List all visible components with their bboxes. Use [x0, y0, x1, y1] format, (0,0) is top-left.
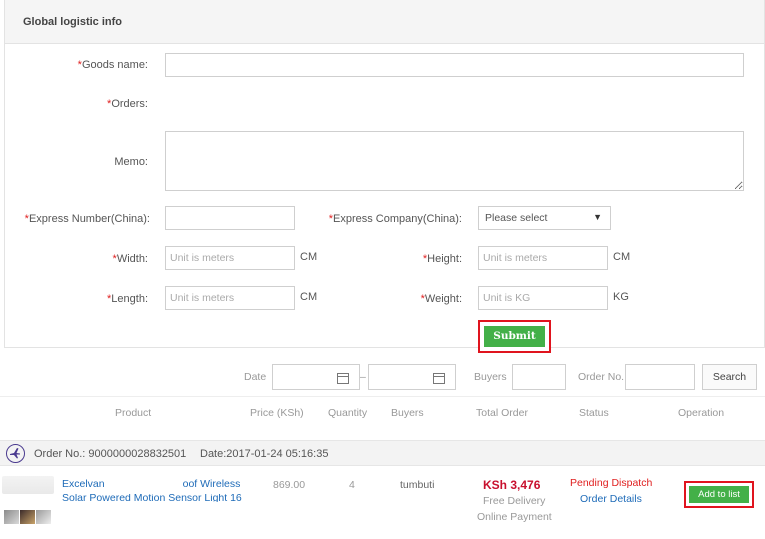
col-quantity: Quantity: [328, 407, 368, 419]
order-buyer: tumbuti: [400, 479, 435, 491]
length-label: *Length:: [60, 293, 148, 305]
col-price: Price (KSh): [250, 407, 304, 419]
panel-title: Global logistic info: [23, 16, 122, 28]
payment-info: Online Payment: [477, 511, 552, 523]
height-label: *Height:: [380, 253, 462, 265]
height-unit: CM: [613, 251, 631, 263]
weight-unit: KG: [613, 291, 629, 303]
order-no-filter-input[interactable]: [625, 364, 695, 390]
product-name-link[interactable]: Excelvan oof Wireless: [62, 478, 240, 490]
submit-button[interactable]: Submit: [484, 326, 545, 347]
width-input[interactable]: [165, 246, 295, 270]
express-company-value: Please select: [485, 212, 548, 224]
order-status: Pending Dispatch: [570, 477, 653, 489]
width-unit: CM: [300, 251, 318, 263]
goods-name-label: *Goods name:: [60, 59, 148, 71]
col-operation: Operation: [678, 407, 725, 419]
delivery-info: Free Delivery: [483, 495, 546, 507]
airplane-icon: [6, 444, 25, 463]
height-input[interactable]: [478, 246, 608, 270]
date-filter-label: Date: [244, 371, 267, 383]
calendar-icon[interactable]: [337, 373, 349, 384]
memo-label: Memo:: [114, 156, 148, 168]
order-total: KSh 3,476: [483, 478, 541, 492]
express-company-select[interactable]: Please select ▼: [478, 206, 611, 230]
width-label: *Width:: [60, 253, 148, 265]
date-range-separator: –: [360, 371, 366, 383]
orders-label: *Orders:: [60, 98, 148, 110]
express-number-input[interactable]: [165, 206, 295, 230]
orders-table-header: Product Price (KSh) Quantity Buyers Tota…: [0, 396, 765, 436]
product-thumbnail-strip[interactable]: [4, 510, 54, 524]
dropdown-caret-icon: ▼: [593, 212, 602, 222]
col-product: Product: [115, 407, 152, 419]
order-date: Date:2017-01-24 05:16:35: [200, 448, 329, 460]
memo-textarea[interactable]: [165, 131, 744, 191]
orders-label-text: Orders:: [111, 98, 148, 110]
express-company-label: *Express Company(China):: [322, 213, 462, 225]
goods-name-label-text: Goods name:: [81, 59, 148, 71]
order-no-filter-label: Order No.: [578, 371, 625, 383]
length-input[interactable]: [165, 286, 295, 310]
order-number: Order No.: 9000000028832501: [34, 448, 187, 460]
length-unit: CM: [300, 291, 318, 303]
order-row: Excelvan oof Wireless Solar Powered Motio…: [0, 466, 765, 539]
submit-highlight-box: Submit: [478, 320, 551, 353]
buyers-filter-label: Buyers: [474, 371, 507, 383]
length-label-text: Length:: [111, 293, 148, 305]
order-header-bar: Order No.: 9000000028832501 Date:2017-01…: [0, 440, 765, 466]
order-details-link[interactable]: Order Details: [580, 493, 642, 505]
weight-input[interactable]: [478, 286, 608, 310]
product-thumbnail[interactable]: [2, 476, 54, 494]
express-company-label-text: Express Company(China):: [333, 213, 462, 225]
weight-label-text: Weight:: [424, 293, 462, 305]
goods-name-input[interactable]: [165, 53, 744, 77]
buyers-filter-input[interactable]: [512, 364, 566, 390]
product-name-line2[interactable]: Solar Powered Motion Sensor Light 16: [62, 494, 242, 502]
order-price: 869.00: [273, 479, 306, 491]
col-total-order: Total Order: [476, 407, 528, 419]
product-name-tail: oof Wireless: [182, 478, 241, 490]
weight-label: *Weight:: [380, 293, 462, 305]
height-label-text: Height:: [427, 253, 462, 265]
add-to-list-button[interactable]: Add to list: [689, 486, 749, 503]
col-status: Status: [579, 407, 609, 419]
order-quantity: 4: [349, 479, 355, 491]
search-button[interactable]: Search: [702, 364, 757, 390]
date-to-input[interactable]: [368, 364, 456, 390]
add-to-list-highlight-box: Add to list: [684, 481, 754, 508]
express-number-label-text: Express Number(China):: [28, 213, 150, 225]
width-label-text: Width:: [116, 253, 148, 265]
date-from-input[interactable]: [272, 364, 360, 390]
calendar-icon[interactable]: [433, 373, 445, 384]
product-name-start: Excelvan: [62, 478, 105, 490]
col-buyers: Buyers: [391, 407, 424, 419]
panel-header: Global logistic info: [5, 0, 764, 44]
express-number-label: *Express Number(China):: [10, 213, 150, 225]
